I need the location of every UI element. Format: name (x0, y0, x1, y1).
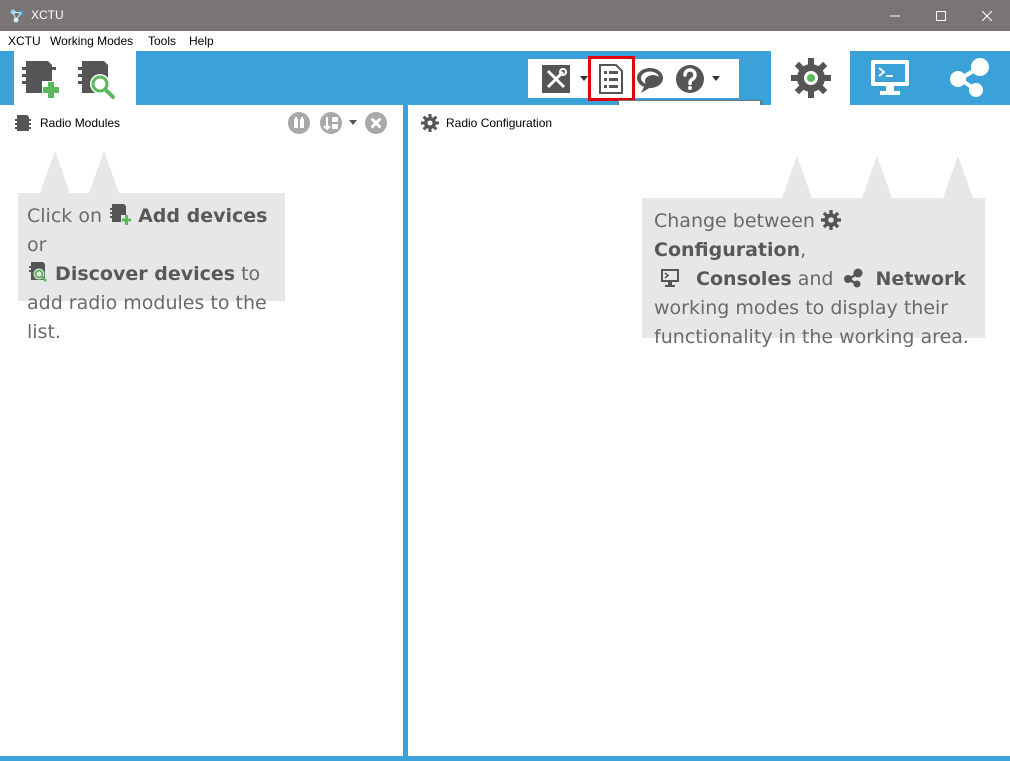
gear-icon (421, 114, 439, 132)
window-title: XCTU (31, 8, 64, 22)
radio-configuration-title: Radio Configuration (446, 116, 553, 130)
minimize-icon (890, 15, 900, 16)
hint-pointer-add (40, 151, 70, 193)
discover-devices-icon[interactable] (76, 57, 118, 99)
hint-pointer-configuration (782, 156, 812, 198)
hint-pointer-consoles (862, 156, 892, 198)
console-monitor-icon (870, 60, 909, 95)
hint-text: Change between (654, 210, 815, 232)
hint-pointer-discover (89, 151, 119, 193)
gear-icon (821, 210, 841, 230)
menu-tools[interactable]: Tools (148, 34, 176, 48)
device-tools (14, 51, 136, 105)
hint-text: working modes to display their functiona… (654, 297, 969, 348)
hint-text: , (800, 239, 807, 261)
hint-bold-discover-devices: Discover devices (55, 263, 236, 285)
radio-module-icon (15, 115, 31, 131)
hint-text: and (797, 268, 834, 290)
network-mode-tab[interactable] (929, 51, 1010, 105)
remove-all-modules-icon[interactable] (364, 111, 388, 135)
add-devices-icon[interactable] (20, 57, 62, 99)
radio-modules-title: Radio Modules (40, 116, 121, 130)
discover-devices-icon (29, 262, 47, 282)
bottom-border (0, 756, 1010, 761)
hint-text: Click on (27, 205, 102, 227)
hint-bold-consoles: Consoles (696, 268, 792, 290)
add-devices-icon (110, 204, 133, 225)
minimize-button[interactable] (872, 0, 918, 31)
tools-icon[interactable] (542, 65, 572, 93)
menu-help[interactable]: Help (189, 34, 214, 48)
working-modes-hint: Change between Configuration, Consoles a… (642, 198, 985, 348)
maximize-button[interactable] (918, 0, 964, 31)
hint-text: or (27, 234, 47, 256)
consoles-mode-tab[interactable] (850, 51, 929, 105)
feedback-icon[interactable] (635, 65, 667, 95)
help-icon[interactable] (675, 64, 705, 94)
network-icon (844, 268, 863, 288)
hint-bold-network: Network (875, 268, 967, 290)
sort-dropdown-icon[interactable] (349, 120, 357, 125)
main-toolbar (0, 51, 1010, 105)
tools-dropdown-icon[interactable] (580, 76, 588, 81)
group-modules-icon[interactable] (287, 111, 311, 135)
console-monitor-icon (661, 269, 679, 287)
add-devices-hint: Click on Add devices or Discover devices… (18, 193, 285, 343)
sort-modules-icon[interactable] (319, 111, 343, 135)
close-button[interactable] (964, 0, 1010, 31)
configuration-mode-tab[interactable] (771, 51, 850, 105)
network-icon (949, 58, 989, 97)
close-icon (982, 10, 992, 21)
menu-bar: XCTU Working Modes Tools Help (0, 31, 1010, 51)
help-dropdown-icon[interactable] (712, 76, 720, 81)
menu-working-modes[interactable]: Working Modes (50, 34, 133, 48)
hint-bold-add-devices: Add devices (138, 205, 268, 227)
maximize-icon (936, 10, 946, 21)
title-bar: XCTU (0, 0, 1010, 31)
xctu-app-icon (10, 9, 24, 23)
menu-xctu[interactable]: XCTU (8, 34, 41, 48)
hint-bold-configuration: Configuration (654, 239, 801, 261)
gear-icon (790, 58, 831, 98)
hint-pointer-network (943, 156, 973, 198)
preferences-highlight (588, 56, 635, 101)
